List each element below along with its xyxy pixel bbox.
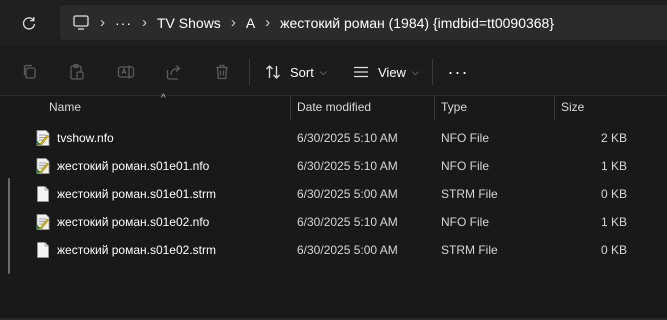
file-size: 0 KB: [600, 243, 627, 257]
file-name: жестокий роман.s01e02.strm: [57, 243, 216, 257]
chevron-down-icon: ⌵: [319, 66, 327, 77]
refresh-icon: [22, 17, 36, 30]
sort-ascending-icon: ^: [161, 93, 166, 104]
blank-file-icon: [37, 242, 49, 258]
table-row[interactable]: жестокий роман.s01e01.nfo 6/30/2025 5:10…: [30, 152, 667, 180]
sort-label: Sort: [290, 64, 314, 80]
breadcrumb-item-current-folder[interactable]: жестокий роман (1984) {imdbid=tt0090368}: [280, 15, 554, 31]
column-header-type[interactable]: Type: [441, 100, 467, 114]
paste-button[interactable]: [67, 62, 87, 82]
more-options-button[interactable]: ···: [447, 61, 469, 83]
chevron-right-icon[interactable]: ›: [142, 14, 147, 31]
file-date-modified: 6/30/2025 5:10 AM: [297, 215, 398, 229]
file-name: tvshow.nfo: [57, 131, 114, 145]
table-row[interactable]: жестокий роман.s01e02.strm 6/30/2025 5:0…: [30, 236, 667, 264]
toolbar-divider: [432, 59, 433, 85]
view-button[interactable]: View ⌵: [352, 61, 419, 83]
monitor-icon: [73, 15, 89, 30]
chevron-down-icon: ⌵: [411, 66, 419, 77]
table-row[interactable]: жестокий роман.s01e01.strm 6/30/2025 5:0…: [30, 180, 667, 208]
file-size: 0 KB: [600, 187, 627, 201]
file-size: 1 KB: [600, 159, 627, 173]
file-size: 2 KB: [600, 131, 627, 145]
column-resize-handle[interactable]: [434, 96, 435, 120]
column-headers: ^ Name Date modified Type Size: [0, 93, 667, 120]
toolbar-divider: [249, 59, 250, 85]
chevron-right-icon[interactable]: ›: [100, 14, 105, 31]
share-icon: [166, 65, 181, 80]
nfo-file-icon: [36, 158, 50, 174]
command-bar: Sort ⌵ View ⌵ ···: [0, 46, 667, 96]
copy-icon: [23, 64, 36, 79]
sort-button[interactable]: Sort ⌵: [264, 61, 327, 83]
view-list-icon: [354, 66, 368, 78]
nfo-file-icon: [36, 130, 50, 146]
breadcrumb-item-tv-shows[interactable]: TV Shows: [157, 15, 221, 31]
column-header-size[interactable]: Size: [561, 100, 584, 114]
refresh-button[interactable]: [18, 12, 40, 34]
column-resize-handle[interactable]: [554, 96, 555, 120]
copy-button[interactable]: [20, 62, 40, 82]
file-date-modified: 6/30/2025 5:10 AM: [297, 159, 398, 173]
view-label: View: [378, 64, 406, 80]
file-date-modified: 6/30/2025 5:00 AM: [297, 243, 398, 257]
rename-icon: [117, 65, 135, 79]
file-type: NFO File: [441, 131, 489, 145]
chevron-right-icon[interactable]: ›: [231, 14, 236, 31]
share-button[interactable]: [164, 62, 184, 82]
delete-button[interactable]: [212, 62, 232, 82]
nfo-file-icon: [36, 214, 50, 230]
file-type: NFO File: [441, 159, 489, 173]
paste-icon: [70, 63, 84, 80]
rename-button[interactable]: [116, 62, 136, 82]
delete-icon: [216, 64, 228, 80]
column-resize-handle[interactable]: [290, 96, 291, 120]
column-header-date-modified[interactable]: Date modified: [297, 100, 371, 114]
blank-file-icon: [37, 186, 49, 202]
address-bar-region: › ··· › TV Shows › A › жестокий роман (1…: [0, 0, 667, 46]
file-name: жестокий роман.s01e01.nfo: [57, 159, 210, 173]
sort-arrows-icon: [266, 65, 280, 79]
breadcrumb-item-a[interactable]: A: [246, 15, 255, 31]
file-name: жестокий роман.s01e02.nfo: [57, 215, 210, 229]
file-type: STRM File: [441, 187, 498, 201]
breadcrumb-overflow[interactable]: ···: [115, 15, 132, 31]
breadcrumb[interactable]: › ··· › TV Shows › A › жестокий роман (1…: [60, 5, 667, 40]
table-row[interactable]: жестокий роман.s01e02.nfo 6/30/2025 5:10…: [30, 208, 667, 236]
file-size: 1 KB: [600, 215, 627, 229]
file-name: жестокий роман.s01e01.strm: [57, 187, 216, 201]
this-pc-button[interactable]: [72, 14, 90, 32]
file-type: STRM File: [441, 243, 498, 257]
file-date-modified: 6/30/2025 5:00 AM: [297, 187, 398, 201]
table-row[interactable]: tvshow.nfo 6/30/2025 5:10 AM NFO File 2 …: [30, 124, 667, 152]
column-header-name[interactable]: Name: [49, 100, 81, 114]
chevron-right-icon[interactable]: ›: [265, 14, 270, 31]
file-date-modified: 6/30/2025 5:10 AM: [297, 131, 398, 145]
navigation-pane-scrollbar[interactable]: [8, 178, 10, 274]
file-type: NFO File: [441, 215, 489, 229]
